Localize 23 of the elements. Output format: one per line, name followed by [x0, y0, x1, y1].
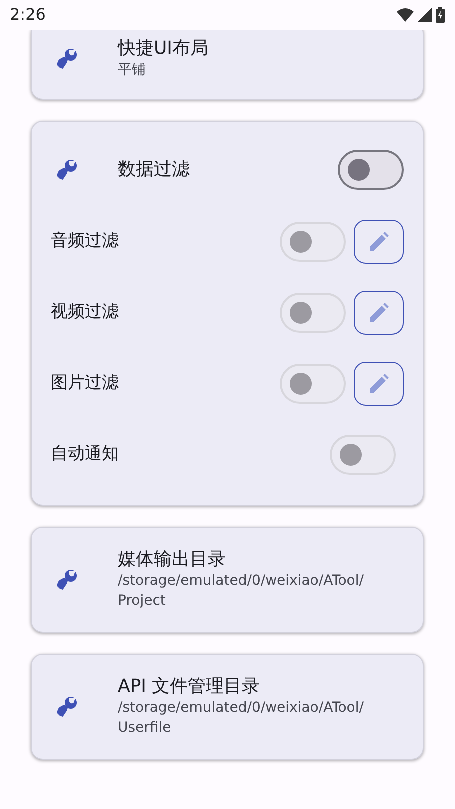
- row-label: 视频过滤: [51, 300, 120, 324]
- card-subtitle: /storage/emulated/0/weixiao/ATool/Userfile: [118, 699, 365, 738]
- row-label: 自动通知: [51, 442, 120, 466]
- row-label: 音频过滤: [51, 230, 120, 253]
- row-label: 图片过滤: [51, 372, 120, 395]
- clock-time: 2:26: [10, 4, 46, 26]
- wifi-icon: [397, 8, 414, 22]
- wrench-icon: [56, 158, 78, 181]
- pencil-icon: [368, 230, 390, 253]
- wrench-icon: [56, 568, 78, 591]
- card-title: 数据过滤: [117, 158, 191, 182]
- card-title: 快捷UI布局: [118, 37, 208, 60]
- toggle-switch[interactable]: [338, 150, 404, 190]
- card-subtitle: 平铺: [118, 61, 147, 80]
- card-title: API 文件管理目录: [118, 674, 262, 698]
- wrench-icon: [56, 696, 78, 718]
- wrench-icon: [56, 48, 78, 70]
- card-subtitle: /storage/emulated/0/weixiao/ATool/Project: [118, 572, 365, 612]
- pencil-icon: [368, 302, 390, 324]
- signal-icon: [418, 8, 432, 22]
- pencil-icon: [368, 372, 390, 395]
- card-title: 媒体输出目录: [118, 548, 227, 572]
- battery-icon: [436, 7, 445, 23]
